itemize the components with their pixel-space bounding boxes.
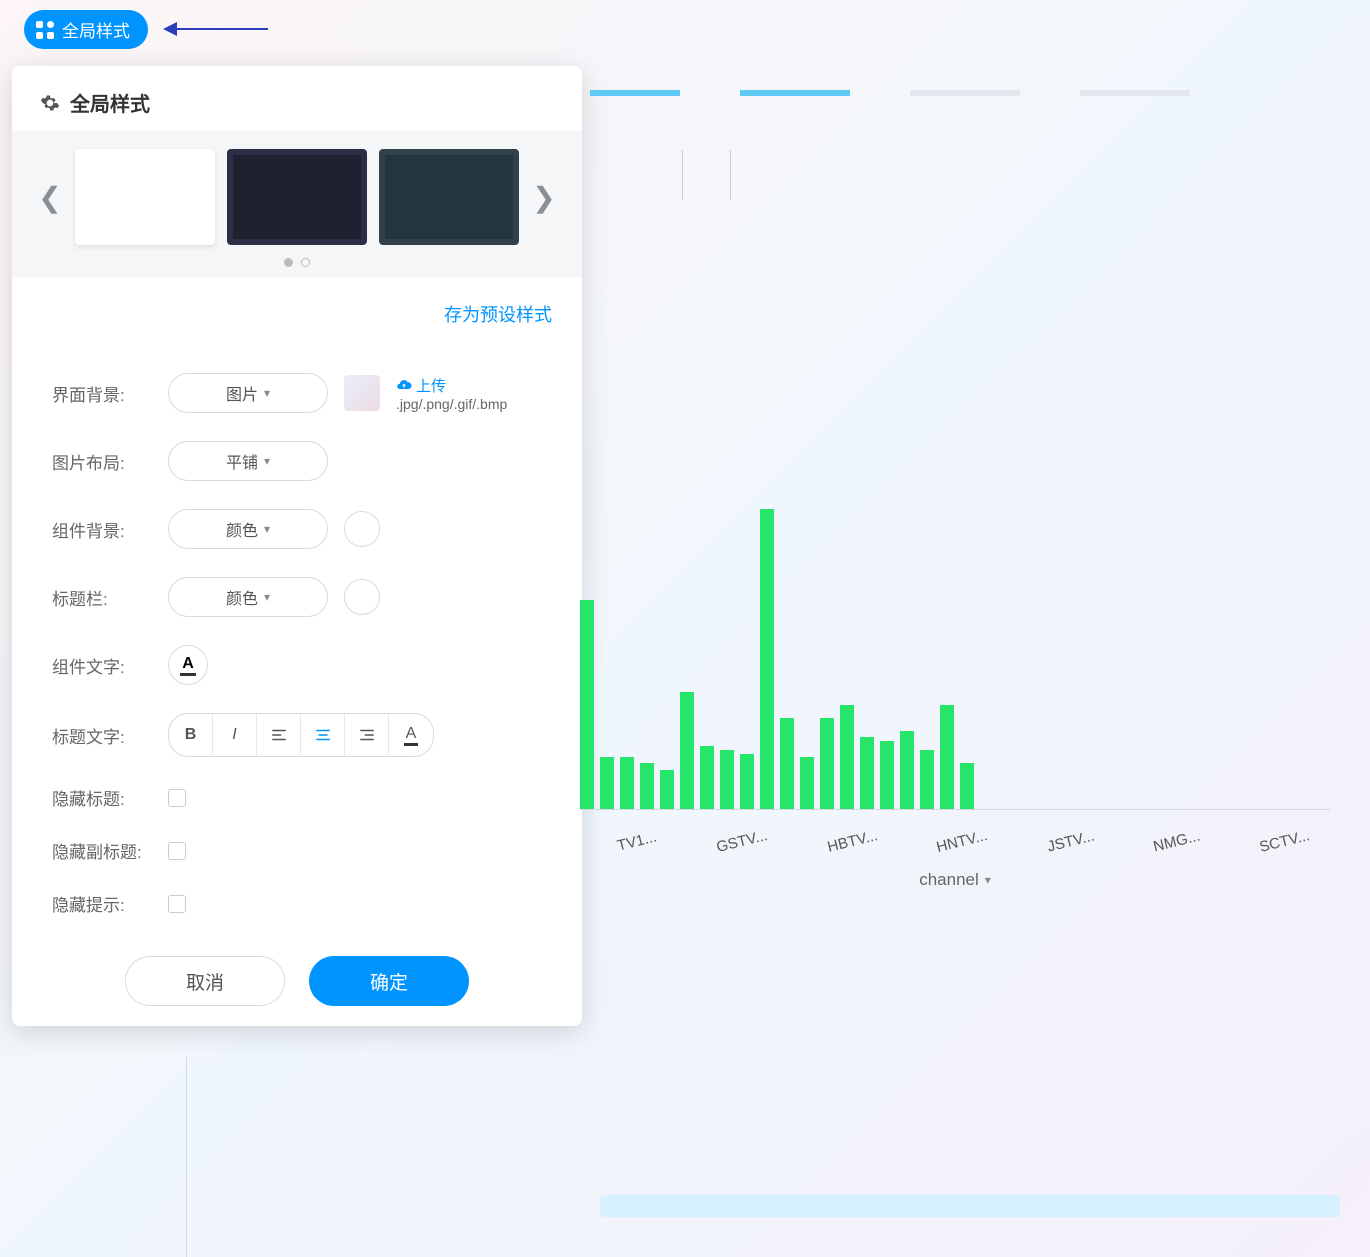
- chart-x-labels: TV1...GSTV...HBTV...HNTV...JSTV...NMG...…: [588, 833, 1340, 850]
- carousel-dots: [284, 258, 310, 267]
- hide-title-checkbox[interactable]: [168, 789, 186, 807]
- chart-bar: [600, 757, 614, 809]
- chevron-down-icon: ▾: [264, 590, 270, 604]
- carousel-next-button[interactable]: ❯: [531, 181, 557, 214]
- gear-icon: [40, 93, 60, 113]
- grid-icon: [36, 21, 54, 39]
- interface-bg-select[interactable]: 图片▾: [168, 373, 328, 413]
- chart-bar: [720, 750, 734, 809]
- global-style-button-label: 全局样式: [62, 17, 130, 42]
- title-bar-color-swatch[interactable]: [344, 579, 380, 615]
- align-center-button[interactable]: [301, 713, 345, 757]
- label-title-bar: 标题栏:: [52, 585, 152, 610]
- chart-bar: [880, 741, 894, 809]
- chart-bar: [920, 750, 934, 809]
- chart-x-axis-label[interactable]: channel ▾: [919, 870, 991, 890]
- bottom-highlight-bar: [600, 1195, 1340, 1217]
- component-bg-color-swatch[interactable]: [344, 511, 380, 547]
- chart-bar: [700, 746, 714, 809]
- theme-card-dark-navy[interactable]: [227, 149, 367, 245]
- cancel-button[interactable]: 取消: [125, 956, 285, 1006]
- chevron-down-icon: ▾: [264, 454, 270, 468]
- chart-bar: [940, 705, 954, 809]
- image-layout-select[interactable]: 平铺▾: [168, 441, 328, 481]
- save-as-preset-link[interactable]: 存为预设样式: [12, 277, 582, 337]
- chart-tab-3[interactable]: [910, 90, 1020, 96]
- chart-bar: [820, 718, 834, 809]
- label-image-layout: 图片布局:: [52, 449, 152, 474]
- chart-x-tick: HBTV...: [825, 827, 879, 856]
- chart-bar: [740, 754, 754, 809]
- ok-button[interactable]: 确定: [309, 956, 469, 1006]
- chart-bar: [640, 763, 654, 809]
- chart-bar: [860, 737, 874, 809]
- title-bar-select[interactable]: 颜色▾: [168, 577, 328, 617]
- chart-preview: TV1... GSTV... HBTV... HNTV... JSTV... NMG...…: [570, 90, 1340, 910]
- chart-plot-area: [580, 150, 1330, 810]
- align-left-button[interactable]: [257, 713, 301, 757]
- chart-bars: [580, 509, 1320, 809]
- theme-carousel: ❮ ❯: [12, 131, 582, 277]
- label-hide-tip: 隐藏提示:: [52, 891, 152, 916]
- global-style-button[interactable]: 全局样式: [24, 10, 148, 49]
- panel-title: 全局样式: [70, 88, 150, 117]
- hide-subtitle-checkbox[interactable]: [168, 842, 186, 860]
- align-right-button[interactable]: [345, 713, 389, 757]
- label-interface-bg: 界面背景:: [52, 381, 152, 406]
- label-hide-subtitle: 隐藏副标题:: [52, 838, 152, 863]
- chart-x-tick: GSTV...: [715, 827, 770, 856]
- chart-bar: [960, 763, 974, 809]
- chart-x-tick: SCTV...: [1258, 827, 1312, 856]
- chart-tab-strip: [570, 90, 1340, 108]
- carousel-dot-2[interactable]: [301, 258, 310, 267]
- cloud-upload-icon: [396, 377, 412, 393]
- hide-tip-checkbox[interactable]: [168, 895, 186, 913]
- component-text-color-button[interactable]: A: [168, 645, 208, 685]
- chart-bar: [620, 757, 634, 809]
- chart-bar: [780, 718, 794, 809]
- vertical-divider: [186, 1057, 187, 1257]
- theme-card-dark-teal[interactable]: [379, 149, 519, 245]
- italic-button[interactable]: I: [213, 713, 257, 757]
- chart-bar: [660, 770, 674, 809]
- chevron-down-icon: ▾: [985, 873, 991, 887]
- align-center-icon: [314, 726, 332, 744]
- title-text-format-toolbar: B I A: [168, 713, 434, 757]
- chart-bar: [840, 705, 854, 809]
- chevron-down-icon: ▾: [264, 386, 270, 400]
- chart-tab-4[interactable]: [1080, 90, 1190, 96]
- theme-card-light[interactable]: [75, 149, 215, 245]
- chart-tab-1[interactable]: [590, 90, 680, 96]
- align-right-icon: [358, 726, 376, 744]
- label-component-bg: 组件背景:: [52, 517, 152, 542]
- chart-x-tick: JSTV...: [1046, 827, 1097, 855]
- chart-x-tick: NMG...: [1152, 828, 1202, 856]
- upload-link[interactable]: 上传: [396, 375, 507, 396]
- chart-bar: [900, 731, 914, 809]
- align-left-icon: [270, 726, 288, 744]
- chart-bar: [760, 509, 774, 809]
- label-title-text: 标题文字:: [52, 723, 152, 748]
- chart-bar: [680, 692, 694, 809]
- global-style-panel: 全局样式 ❮ ❯ 存为预设样式 界面背景: 图片▾ 上传 .jpg/.png/.…: [12, 66, 582, 1026]
- label-component-text: 组件文字:: [52, 653, 152, 678]
- annotation-arrow-1: [168, 28, 268, 30]
- font-color-button[interactable]: A: [389, 713, 433, 757]
- label-hide-title: 隐藏标题:: [52, 785, 152, 810]
- chart-bar: [580, 600, 594, 809]
- component-bg-select[interactable]: 颜色▾: [168, 509, 328, 549]
- carousel-dot-1[interactable]: [284, 258, 293, 267]
- bg-image-thumbnail[interactable]: [344, 375, 380, 411]
- carousel-prev-button[interactable]: ❮: [37, 181, 63, 214]
- chart-x-tick: TV1...: [616, 828, 659, 854]
- chart-bar: [800, 757, 814, 809]
- upload-hint: .jpg/.png/.gif/.bmp: [396, 396, 507, 412]
- chart-tab-2[interactable]: [740, 90, 850, 96]
- bold-button[interactable]: B: [169, 713, 213, 757]
- chevron-down-icon: ▾: [264, 522, 270, 536]
- chart-x-tick: HNTV...: [935, 827, 990, 856]
